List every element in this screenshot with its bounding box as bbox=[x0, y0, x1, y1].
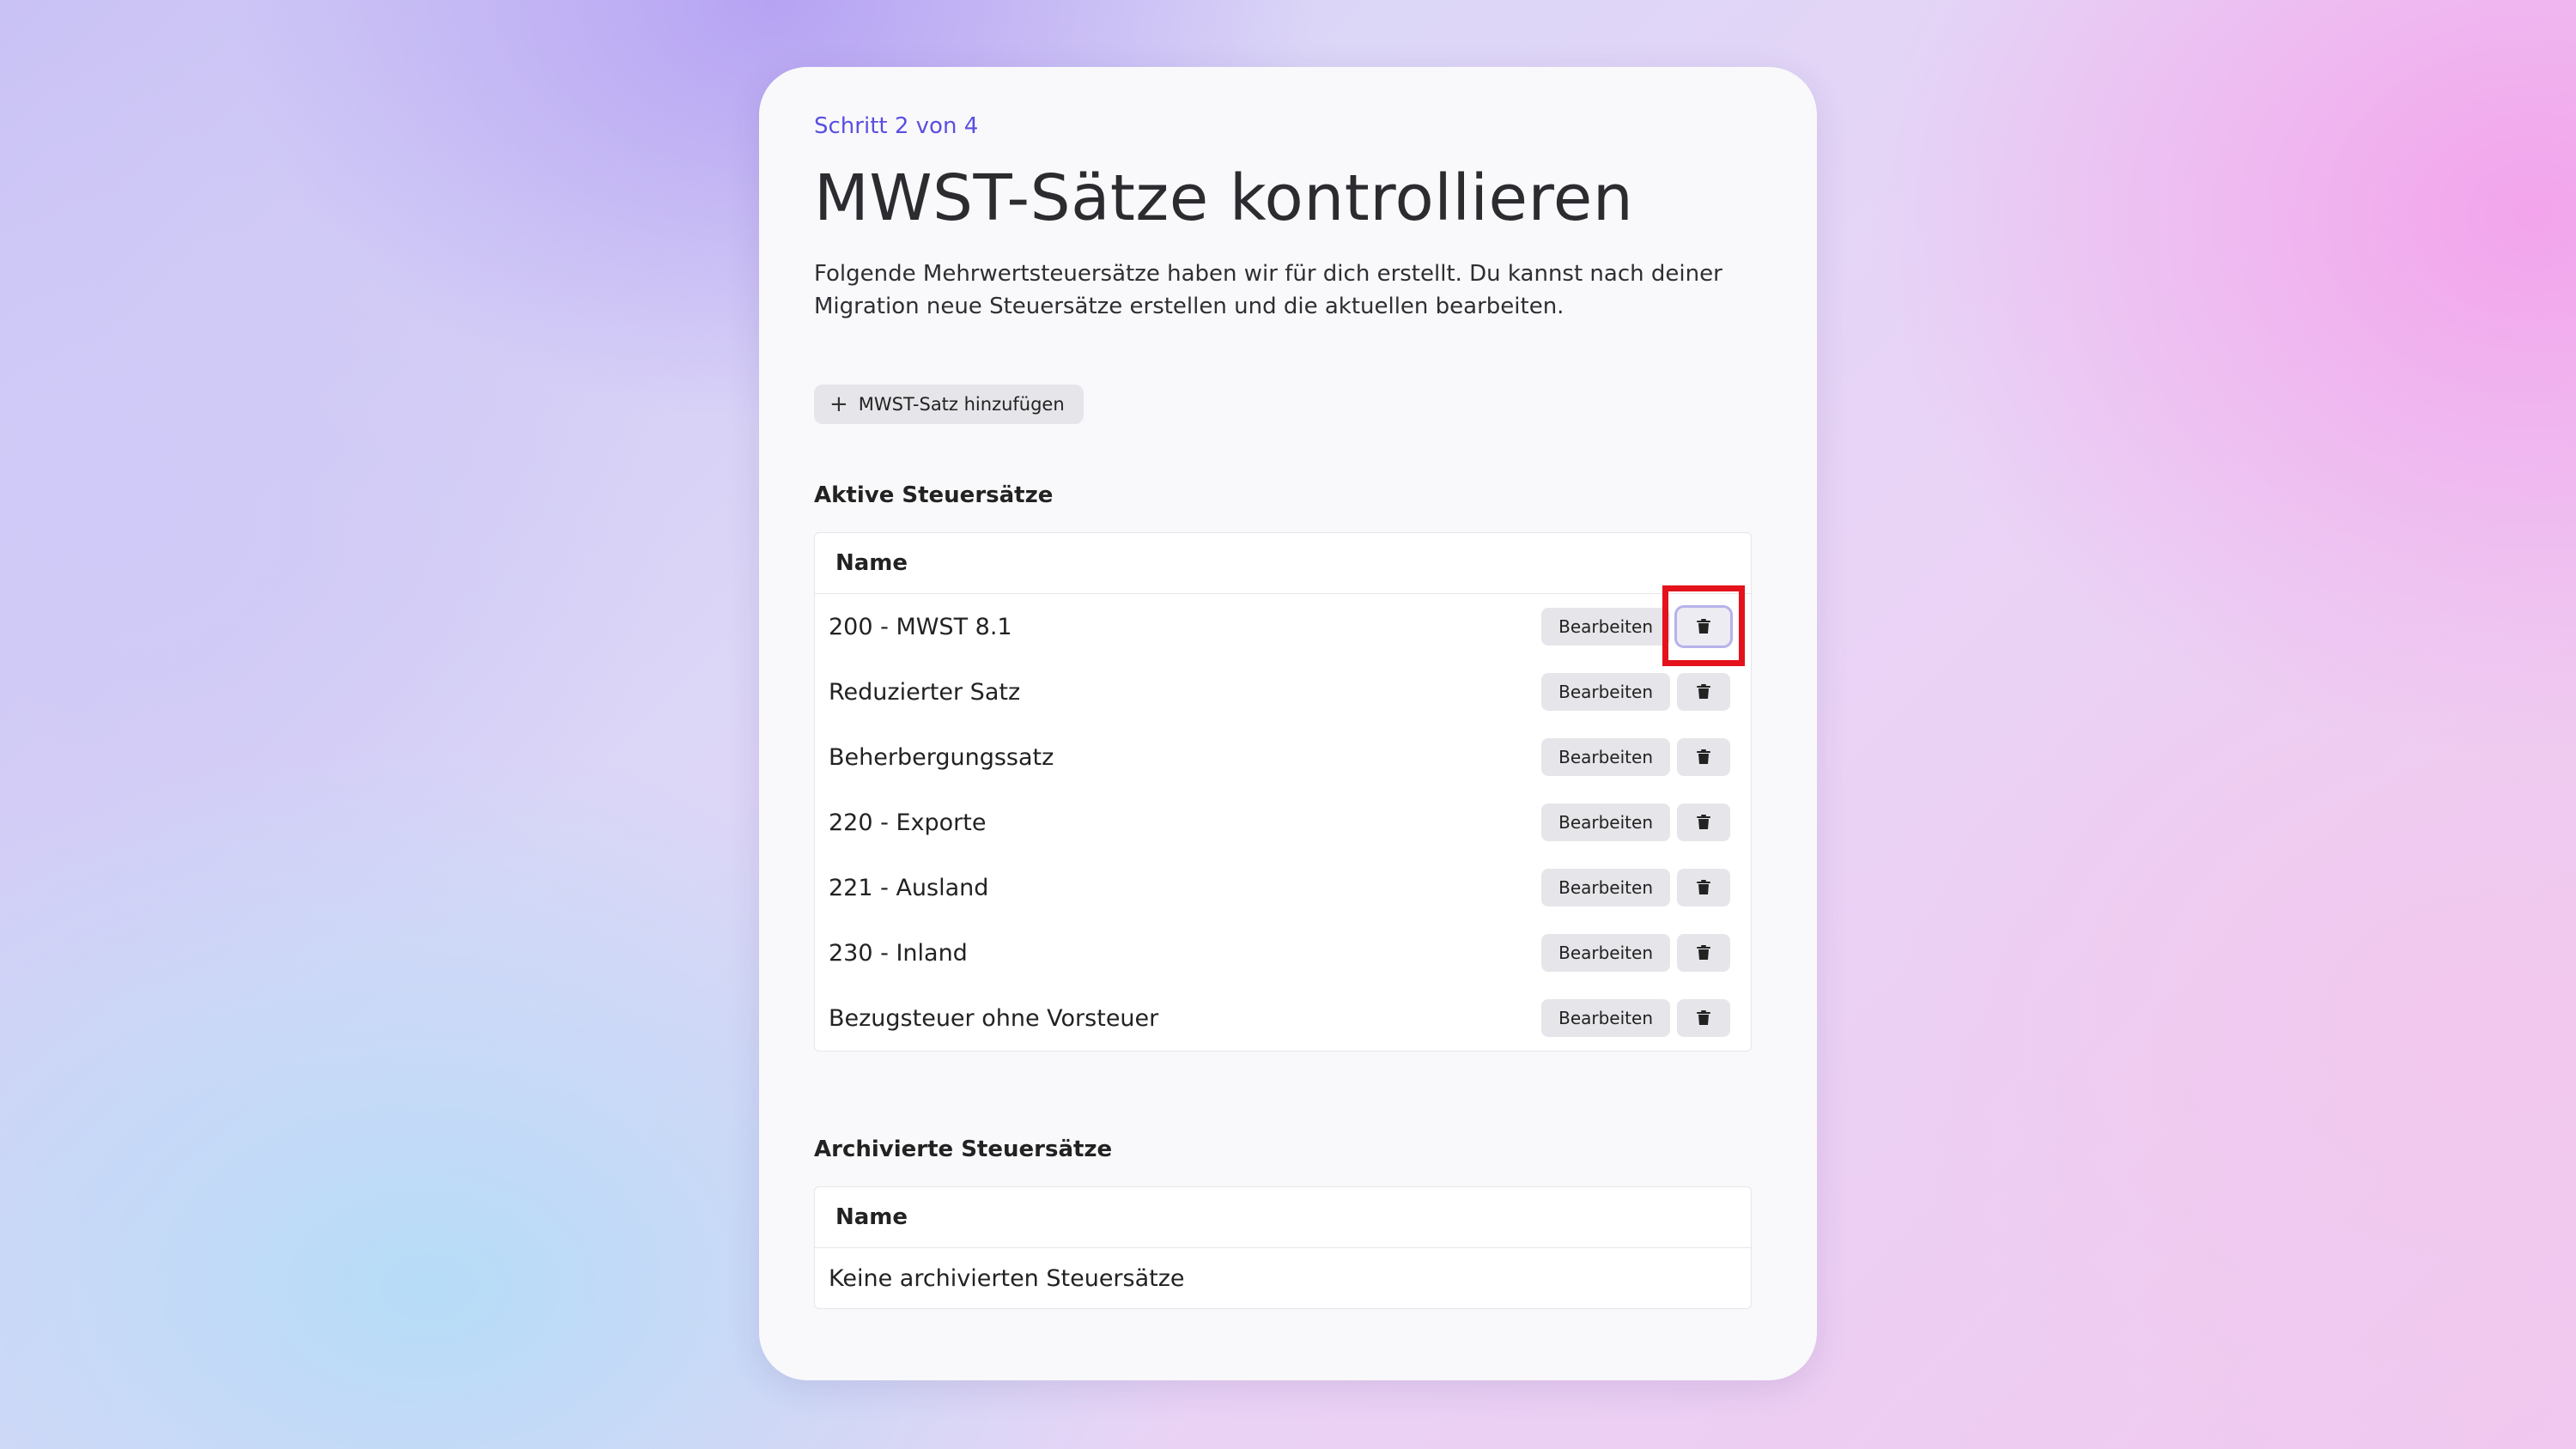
step-indicator: Schritt 2 von 4 bbox=[814, 113, 979, 139]
delete-button[interactable] bbox=[1677, 869, 1730, 906]
trash-icon bbox=[1697, 1010, 1710, 1025]
rate-name: 221 - Ausland bbox=[829, 874, 989, 901]
edit-button[interactable]: Bearbeiten bbox=[1541, 999, 1670, 1037]
trash-icon bbox=[1697, 815, 1710, 829]
highlight-box bbox=[1662, 585, 1745, 666]
wizard-card: Schritt 2 von 4 MWST-Sätze kontrollieren… bbox=[759, 67, 1817, 1380]
add-vat-rate-button[interactable]: + MWST-Satz hinzufügen bbox=[814, 385, 1084, 424]
table-row: Reduzierter Satz Bearbeiten bbox=[815, 659, 1751, 724]
edit-button[interactable]: Bearbeiten bbox=[1541, 673, 1670, 711]
table-row: 230 - Inland Bearbeiten bbox=[815, 920, 1751, 985]
delete-button[interactable] bbox=[1677, 803, 1730, 841]
rate-name: 230 - Inland bbox=[829, 939, 968, 967]
delete-button[interactable] bbox=[1677, 738, 1730, 776]
rate-name: 220 - Exporte bbox=[829, 809, 987, 836]
plus-icon: + bbox=[829, 391, 848, 417]
archived-rates-table: Name Keine archivierten Steuersätze bbox=[814, 1186, 1752, 1309]
edit-button[interactable]: Bearbeiten bbox=[1541, 608, 1670, 646]
trash-icon bbox=[1697, 684, 1710, 699]
trash-icon bbox=[1697, 749, 1710, 764]
table-header-name: Name bbox=[815, 533, 1751, 594]
page-title: MWST-Sätze kontrollieren bbox=[814, 161, 1634, 235]
active-rates-table: Name 200 - MWST 8.1 Bearbeiten Reduziert… bbox=[814, 532, 1752, 1052]
table-row: 220 - Exporte Bearbeiten bbox=[815, 790, 1751, 855]
empty-state-text: Keine archivierten Steuersätze bbox=[829, 1264, 1185, 1292]
archived-rates-heading: Archivierte Steuersätze bbox=[814, 1137, 1113, 1162]
rate-name: Reduzierter Satz bbox=[829, 678, 1021, 706]
trash-icon bbox=[1697, 880, 1710, 894]
table-row: Beherbergungssatz Bearbeiten bbox=[815, 724, 1751, 790]
edit-button[interactable]: Bearbeiten bbox=[1541, 934, 1670, 972]
delete-button[interactable] bbox=[1677, 934, 1730, 972]
table-header-name: Name bbox=[815, 1187, 1751, 1248]
delete-button[interactable] bbox=[1677, 999, 1730, 1037]
table-row: 200 - MWST 8.1 Bearbeiten bbox=[815, 594, 1751, 659]
page-description: Folgende Mehrwertsteuersätze haben wir f… bbox=[814, 261, 1722, 319]
table-row: Bezugsteuer ohne Vorsteuer Bearbeiten bbox=[815, 985, 1751, 1051]
trash-icon bbox=[1697, 945, 1710, 960]
rate-name: Beherbergungssatz bbox=[829, 743, 1054, 771]
edit-button[interactable]: Bearbeiten bbox=[1541, 869, 1670, 906]
rate-name: Bezugsteuer ohne Vorsteuer bbox=[829, 1004, 1159, 1032]
active-rates-heading: Aktive Steuersätze bbox=[814, 482, 1054, 508]
delete-button[interactable] bbox=[1677, 673, 1730, 711]
add-vat-rate-label: MWST-Satz hinzufügen bbox=[858, 394, 1065, 415]
edit-button[interactable]: Bearbeiten bbox=[1541, 738, 1670, 776]
edit-button[interactable]: Bearbeiten bbox=[1541, 803, 1670, 841]
table-row: 221 - Ausland Bearbeiten bbox=[815, 855, 1751, 920]
rate-name: 200 - MWST 8.1 bbox=[829, 613, 1012, 640]
